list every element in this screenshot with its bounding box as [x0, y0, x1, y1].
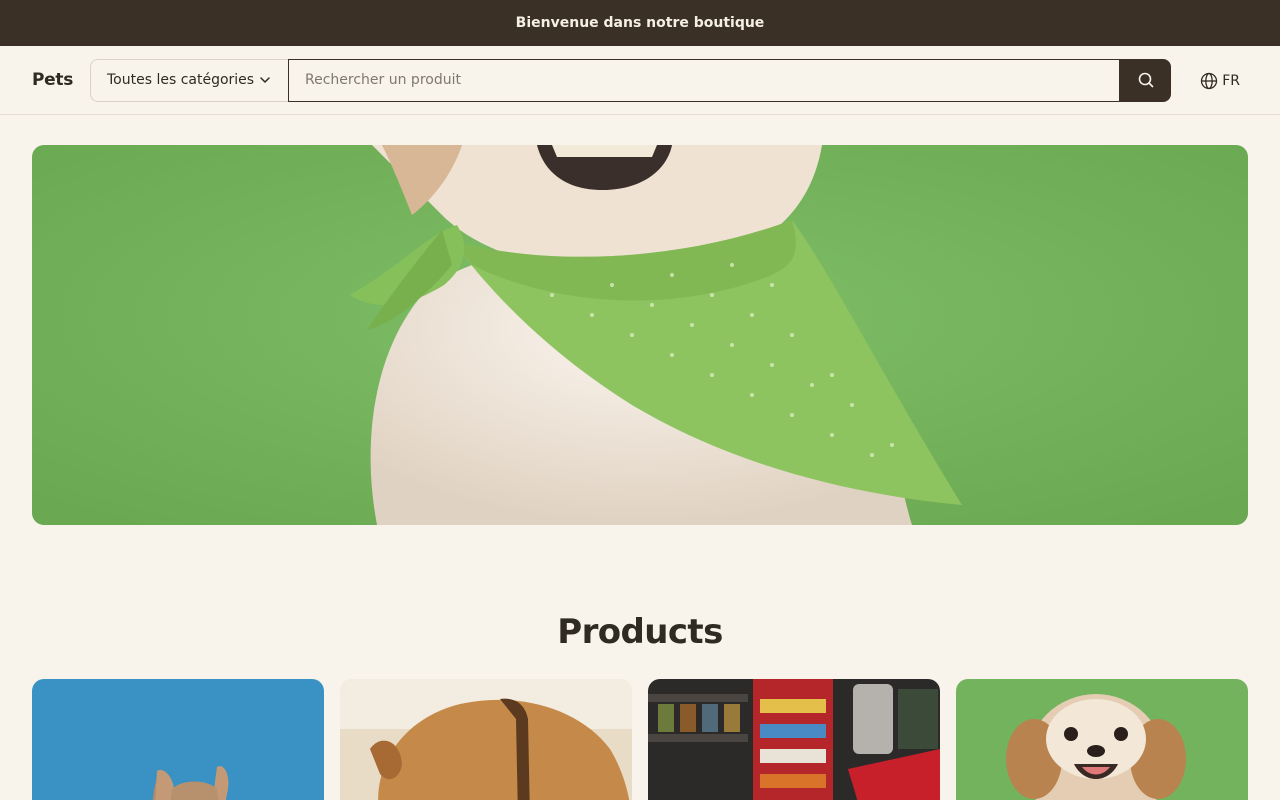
product-image-bulldog-leash	[340, 679, 632, 800]
product-image-shih-tzu	[956, 679, 1248, 800]
product-card-image[interactable]	[32, 679, 324, 800]
language-switcher[interactable]: FR	[1200, 46, 1240, 115]
globe-icon	[1201, 72, 1218, 89]
product-card-image[interactable]	[956, 679, 1248, 800]
product-card-image[interactable]	[340, 679, 632, 800]
category-select[interactable]: Toutes les catégories	[90, 58, 288, 102]
search-icon	[1138, 72, 1153, 88]
announcement-bar: Bienvenue dans notre boutique	[0, 0, 1280, 46]
product-image-french-bulldog	[32, 679, 324, 800]
language-label: FR	[1222, 72, 1240, 89]
product-image-pet-store-shelves	[648, 679, 940, 800]
products-section-title: Products	[557, 612, 723, 652]
hero-dog-illustration	[32, 145, 1248, 525]
product-card-image[interactable]	[648, 679, 940, 800]
category-select-label: Toutes les catégories	[107, 72, 255, 88]
search-input[interactable]	[288, 58, 1120, 102]
search-bar	[288, 58, 1171, 102]
logo[interactable]: Pets	[32, 70, 90, 90]
chevron-down-icon	[260, 77, 270, 83]
site-header: Pets Toutes les catégories FR	[0, 46, 1280, 115]
search-button[interactable]	[1120, 58, 1171, 102]
hero-banner-image[interactable]	[32, 145, 1248, 525]
announcement-text: Bienvenue dans notre boutique	[515, 15, 765, 31]
product-grid	[32, 679, 1248, 800]
